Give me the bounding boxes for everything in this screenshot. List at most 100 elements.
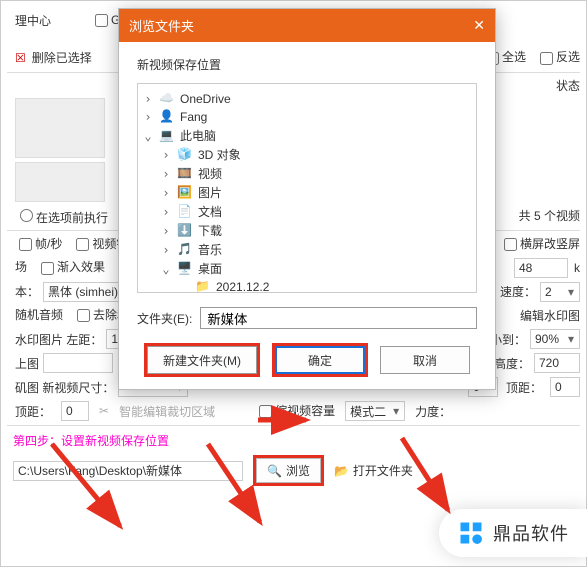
pic-icon: 🖼️ [177,185,193,201]
tree-item-label: Fang [180,110,207,124]
highlight-newfolder: 新建文件夹(M) [144,343,260,377]
up-pic-label: 上图 [15,355,39,372]
speed-label: 速度： [500,283,536,300]
save-path-input[interactable]: C:\Users\Fang\Desktop\新媒体 [13,461,243,481]
status-label: 状态 [556,77,580,94]
pc-icon: 💻 [159,128,175,144]
tree-item-label: OneDrive [180,92,231,106]
tree-item-label: 此电脑 [180,127,216,144]
fps-check[interactable]: 帧/秒 [15,235,62,254]
tree-item[interactable]: ›🧊3D 对象 [142,145,472,164]
mode-select[interactable]: 模式二▾ [345,401,405,421]
tree-item[interactable]: ›⬇️下载 [142,221,472,240]
tree-item-label: 2021.12.2 [216,280,269,293]
browse-folder-dialog: 浏览文件夹 ✕ 新视频保存位置 › ☁️ OneDrive › 👤 Fang ⌄ 💻 此电脑›🧊… [118,8,496,390]
music-icon: 🎵 [177,242,193,258]
chevron-down-icon: ▾ [390,404,402,418]
close-icon[interactable]: ✕ [473,17,485,34]
dialog-subtitle: 新视频保存位置 [137,56,477,73]
tree-item[interactable]: › 📄 文档 [142,202,472,221]
tree-item[interactable]: › ☁️ OneDrive [142,90,472,108]
intensity-label: 力度： [415,403,451,420]
new-folder-button[interactable]: 新建文件夹(M) [147,346,257,374]
dl-icon: ⬇️ [177,223,193,239]
gpu-checkbox[interactable] [95,14,108,27]
scissor-icon: ✂ [99,404,109,418]
highlight-ok: 确定 [272,343,368,377]
delete-selected[interactable]: 删除已选择 [32,49,92,66]
highlight-browse: 🔍 浏览 [253,455,324,486]
height-input[interactable]: 720 [534,353,580,373]
twisty-icon[interactable]: ⌄ [160,262,172,276]
wm-left-label: 水印图片 左距： [15,331,102,348]
invert-checkbox[interactable] [540,52,553,65]
dialog-titlebar: 浏览文件夹 ✕ [119,9,495,42]
crop-smart-label: 智能编辑裁切区域 [119,403,215,420]
font-label: 本： [15,283,39,300]
chevron-down-icon: ▾ [565,285,577,299]
folder-name-input[interactable] [200,307,477,329]
twisty-icon[interactable]: › [160,243,172,257]
tree-item[interactable]: 📁 2021.12.2 [142,278,472,293]
tree-item[interactable]: › 🎵 音乐 [142,240,472,259]
count-label: 共 5 个视频 [519,207,580,224]
doc-icon: 📄 [177,204,193,220]
tree-item-label: 音乐 [198,241,222,258]
twisty-icon[interactable]: › [142,92,154,106]
tree-item-label: 视频 [198,165,222,182]
user-icon: 👤 [159,109,175,125]
brand-text: 鼎品软件 [493,520,569,546]
rand-audio-label: 随机音频 [15,306,63,325]
tree-item[interactable]: ⌄ 💻 此电脑 [142,126,472,145]
size-label: 矶图 新视频尺寸： [15,379,114,396]
folder-tree[interactable]: ›☁️OneDrive›👤Fang⌄💻此电脑›🧊3D 对象›🎞️视频›🖼️图片›… [137,83,477,293]
twisty-icon[interactable]: › [160,167,172,181]
twisty-icon[interactable]: › [142,110,154,124]
folder-icon: 📂 [334,464,349,478]
tree-item-label: 3D 对象 [198,146,241,163]
search-icon: 🔍 [267,464,282,478]
brand-logo-icon [457,519,485,547]
brand-badge: 鼎品软件 [439,509,587,557]
shrink-select[interactable]: 90%▾ [530,329,580,349]
exec-before-option[interactable]: 在选项前执行 [15,206,108,226]
top-label: 顶距： [506,379,542,396]
exec-before-radio[interactable] [20,209,33,222]
tree-item-label: 桌面 [198,260,222,277]
up-pic-input[interactable] [43,353,113,373]
invert-select[interactable]: 反选 [536,48,580,67]
twisty-icon[interactable]: › [160,148,172,162]
step4-label: 第四步：设置新视频保存位置 [13,432,580,449]
bottom-label: 顶距： [15,403,51,420]
dialog-title: 浏览文件夹 [129,16,194,35]
bottom-input[interactable]: 0 [61,401,89,421]
folder-icon: 📁 [195,279,211,293]
twisty-icon[interactable]: ⌄ [142,129,154,143]
scene-label: 场 [15,258,27,277]
video-icon: 🎞️ [177,166,193,182]
twisty-icon[interactable]: › [160,205,172,219]
ok-button[interactable]: 确定 [275,346,365,374]
tree-item[interactable]: ⌄🖥️桌面 [142,259,472,278]
open-folder-link[interactable]: 📂 打开文件夹 [334,462,413,479]
twisty-icon[interactable]: › [160,224,172,238]
speed-select[interactable]: 2▾ [540,282,580,302]
twisty-icon[interactable]: › [160,186,172,200]
compress-check[interactable]: 缩视频容量 [255,402,335,421]
tree-item[interactable]: › 👤 Fang [142,108,472,126]
tree-item-label: 文档 [198,203,222,220]
tree-item[interactable]: ›🖼️图片 [142,183,472,202]
browse-button[interactable]: 🔍 浏览 [256,458,321,483]
top-input[interactable]: 0 [550,377,580,397]
divider-3 [7,425,580,426]
cloud-icon: ☁️ [159,91,175,107]
height-label: 高度： [494,355,530,372]
chevron-down-icon: ▾ [565,332,577,346]
delete-icon[interactable]: ☒ [15,51,26,65]
cancel-button[interactable]: 取消 [380,346,470,374]
bitrate-input[interactable]: 48 [514,258,568,278]
tree-item[interactable]: › 🎞️ 视频 [142,164,472,183]
landscape-check[interactable]: 横屏改竖屏 [500,235,580,254]
fade-check[interactable]: 渐入效果 [37,258,105,277]
thumbnail-2 [15,162,105,202]
